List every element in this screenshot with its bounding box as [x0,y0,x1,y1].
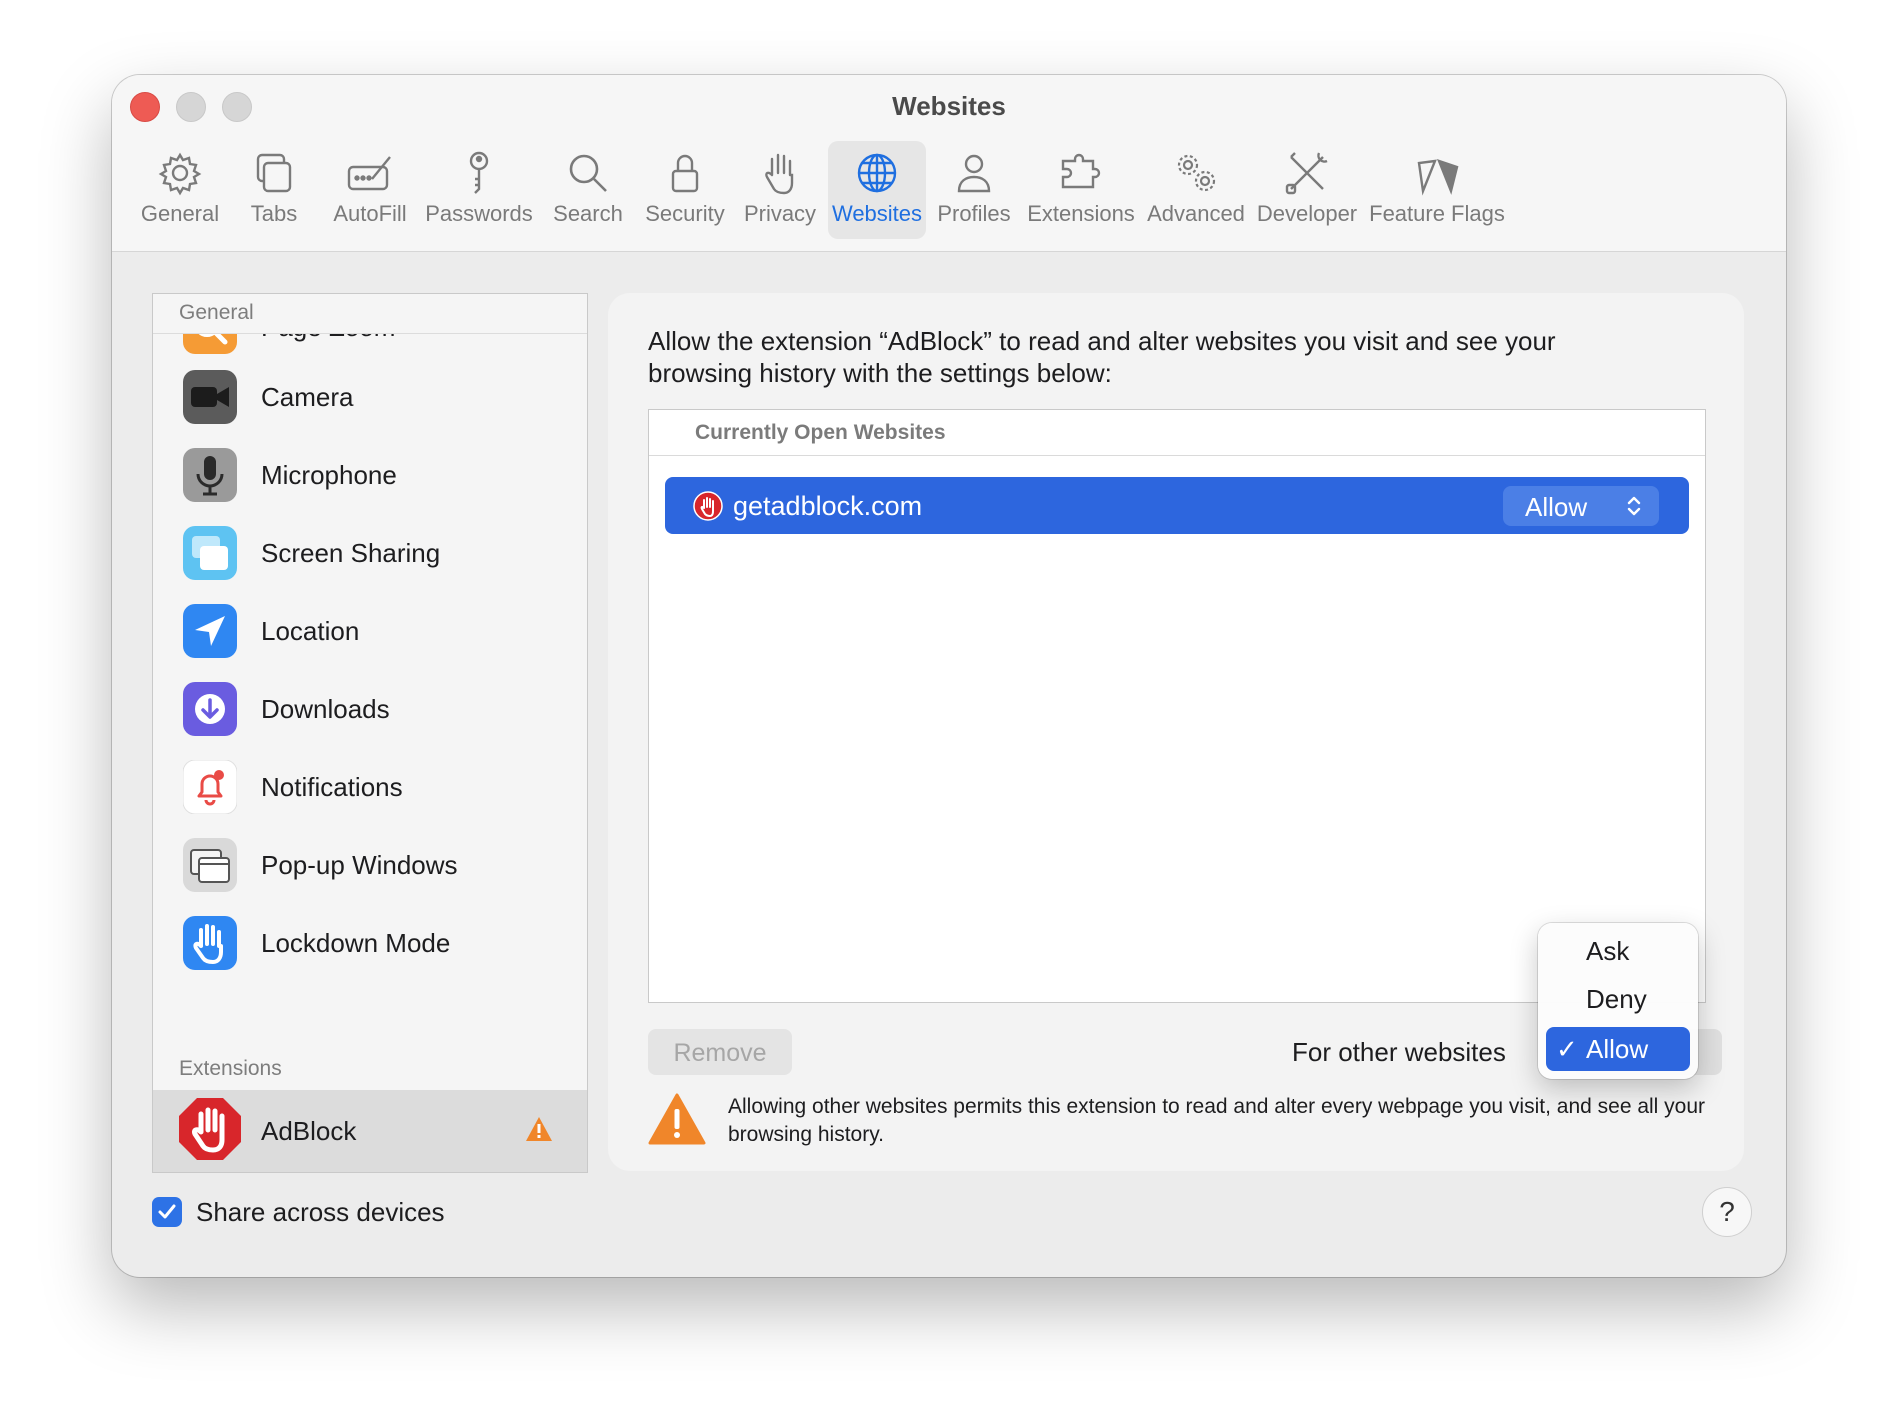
preferences-window: Websites General Tabs AutoFill Passwords… [112,75,1786,1277]
list-header: Currently Open Websites [649,410,1705,456]
sidebar-item-label: Pop-up Windows [261,850,458,880]
tab-label: Feature Flags [1369,201,1505,226]
sidebar-item-label: Screen Sharing [261,538,441,568]
sidebar[interactable]: Page Zoom General Camera Microphone Scre… [152,293,588,1173]
tabs-icon [256,153,292,193]
tab-search[interactable]: Search [538,141,638,239]
sidebar-item-microphone[interactable]: Microphone [153,436,587,514]
tab-label: General [140,201,220,226]
tab-label: Security [645,201,725,226]
tab-advanced[interactable]: Advanced [1140,141,1252,239]
tab-websites[interactable]: Websites [828,141,926,239]
open-websites-list[interactable]: Currently Open Websites getadblock.com A… [648,409,1706,1003]
sidebar-item-downloads[interactable]: Downloads [153,670,587,748]
gears-icon [1177,154,1216,192]
sidebar-section-general: General [153,294,587,334]
microphone-icon [183,448,237,502]
tab-privacy[interactable]: Privacy [732,141,828,239]
sidebar-item-label: Notifications [261,772,403,802]
extension-intro-text: Allow the extension “AdBlock” to read an… [648,326,1556,388]
warning-icon [525,1116,553,1142]
camera-icon [183,370,237,424]
popup-option-ask[interactable]: Ask [1546,929,1690,973]
other-websites-label: For other websites [1292,1037,1506,1067]
lockdown-hand-icon [183,916,237,970]
lock-icon [671,154,699,193]
search-icon [569,154,607,192]
permission-popup-menu[interactable]: Ask Deny ✓ Allow [1538,923,1698,1079]
tab-tabs[interactable]: Tabs [228,141,320,239]
tab-developer[interactable]: Developer [1252,141,1362,239]
sidebar-item-label: Microphone [261,460,397,490]
sidebar-item-notifications[interactable]: Notifications [153,748,587,826]
share-label: Share across devices [196,1197,445,1227]
tab-passwords[interactable]: Passwords [420,141,538,239]
sidebar-item-lockdown-mode[interactable]: Lockdown Mode [153,904,587,982]
autofill-icon [347,156,391,191]
tab-label: Developer [1256,201,1358,226]
gear-icon [158,152,202,196]
tab-label: Tabs [250,201,298,226]
share-checkbox[interactable] [152,1197,182,1227]
window-title: Websites [892,91,1006,121]
person-icon [957,154,991,193]
popup-windows-icon [183,838,237,892]
tools-icon [1285,152,1328,195]
screen-sharing-icon [183,526,237,580]
notifications-icon [183,760,237,814]
popup-option-deny[interactable]: Deny [1546,977,1690,1021]
tab-security[interactable]: Security [638,141,732,239]
tab-general[interactable]: General [132,141,228,239]
tab-profiles[interactable]: Profiles [926,141,1022,239]
tab-feature-flags[interactable]: Feature Flags [1362,141,1512,239]
remove-button[interactable]: Remove [648,1029,792,1075]
checkmark-icon: ✓ [1556,1034,1578,1064]
popup-option-allow[interactable]: ✓ Allow [1546,1027,1690,1071]
tab-extensions[interactable]: Extensions [1022,141,1140,239]
sidebar-item-label: Lockdown Mode [261,928,451,958]
site-name: getadblock.com [733,491,923,521]
sidebar-item-label: AdBlock [261,1116,357,1146]
sidebar-item-camera[interactable]: Camera [153,358,587,436]
tab-label: Advanced [1147,201,1245,226]
help-button[interactable]: ? [1702,1187,1752,1237]
sidebar-item-label: Downloads [261,694,390,724]
sidebar-item-adblock[interactable]: AdBlock [153,1090,587,1172]
sidebar-item-label: Location [261,616,360,646]
warning-text: Allowing other websites permits this ext… [728,1095,1706,1146]
sidebar-item-label: Camera [261,382,354,412]
sidebar-section-extensions: Extensions [153,1052,587,1086]
warning-icon [648,1093,706,1145]
flags-icon [1417,159,1459,196]
checkmark-icon [158,1204,176,1219]
tab-label: Profiles [937,201,1011,226]
globe-icon [857,153,897,193]
location-icon [183,604,237,658]
tab-label: Search [553,201,623,226]
puzzle-icon [1061,153,1101,189]
toolbar: Websites General Tabs AutoFill Passwords… [112,75,1786,252]
tab-label: AutoFill [333,201,407,226]
downloads-icon [183,682,237,736]
sidebar-item-screen-sharing[interactable]: Screen Sharing [153,514,587,592]
site-permission-select[interactable]: Allow [1503,486,1659,526]
tab-label: Extensions [1027,201,1135,226]
hand-icon [765,153,794,195]
key-icon [469,151,489,194]
tab-autofill[interactable]: AutoFill [320,141,420,239]
table-row[interactable]: getadblock.com Allow [665,477,1689,534]
popup-option-label: Allow [1586,1034,1649,1064]
adblock-site-icon [693,491,723,521]
site-permission-value: Allow [1525,492,1588,522]
sidebar-item-location[interactable]: Location [153,592,587,670]
tab-label: Passwords [425,201,533,226]
adblock-icon [177,1096,243,1162]
tab-label: Websites [831,201,923,226]
sidebar-item-popup-windows[interactable]: Pop-up Windows [153,826,587,904]
tab-label: Privacy [743,201,817,226]
chevron-up-down-icon [1627,496,1641,516]
